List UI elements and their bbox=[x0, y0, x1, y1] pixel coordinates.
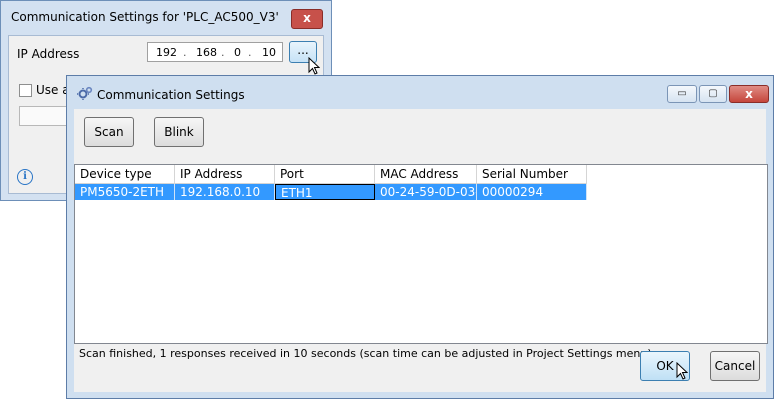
communication-settings-dialog: Communication Settings ▭ ▢ x Scan Blink … bbox=[66, 75, 774, 399]
mouse-cursor-icon bbox=[676, 362, 688, 380]
background-window-close-button[interactable]: x bbox=[291, 9, 323, 29]
ip-address-label: IP Address bbox=[17, 47, 80, 61]
dialog-titlebar[interactable]: Communication Settings ▭ ▢ x bbox=[67, 76, 773, 110]
settings-gear-icon bbox=[77, 86, 93, 100]
background-window-title: Communication Settings for 'PLC_AC500_V3… bbox=[11, 10, 279, 24]
cell-device-type[interactable]: PM5650-2ETH bbox=[75, 184, 175, 200]
ip-separator: . bbox=[248, 46, 252, 59]
maximize-button[interactable]: ▢ bbox=[699, 85, 727, 103]
blink-button[interactable]: Blink bbox=[154, 117, 204, 147]
ip-separator: . bbox=[183, 46, 187, 59]
device-table[interactable]: Device type IP Address Port MAC Address … bbox=[74, 164, 768, 344]
info-icon: i bbox=[17, 169, 33, 185]
column-header-serial-number[interactable]: Serial Number bbox=[477, 165, 587, 184]
ip-octet-1[interactable]: 192 bbox=[156, 46, 177, 59]
column-header-mac-address[interactable]: MAC Address bbox=[375, 165, 477, 184]
cell-mac-address[interactable]: 00-24-59-0D-03-B0 bbox=[375, 184, 477, 200]
background-window-titlebar[interactable]: Communication Settings for 'PLC_AC500_V3… bbox=[1, 1, 331, 35]
ip-octet-3[interactable]: 0 bbox=[234, 46, 241, 59]
ip-octet-4[interactable]: 10 bbox=[262, 46, 276, 59]
column-header-device-type[interactable]: Device type bbox=[75, 165, 175, 184]
dialog-title: Communication Settings bbox=[97, 88, 245, 102]
cell-port[interactable]: ETH1 bbox=[275, 184, 375, 200]
scan-button[interactable]: Scan bbox=[84, 117, 134, 147]
use-checkbox[interactable] bbox=[19, 84, 32, 97]
mouse-cursor-icon bbox=[308, 57, 320, 75]
column-header-ip-address[interactable]: IP Address bbox=[175, 165, 275, 184]
ip-address-field[interactable]: 192 . 168 . 0 . 10 bbox=[147, 42, 283, 62]
ip-separator: . bbox=[221, 46, 225, 59]
dialog-content: Scan Blink Device type IP Address Port M… bbox=[74, 109, 768, 392]
column-header-port[interactable]: Port bbox=[275, 165, 375, 184]
dialog-close-button[interactable]: x bbox=[729, 85, 769, 103]
cancel-button[interactable]: Cancel bbox=[710, 351, 760, 381]
ip-octet-2[interactable]: 168 bbox=[196, 46, 217, 59]
scan-status-text: Scan finished, 1 responses received in 1… bbox=[79, 347, 652, 360]
cell-serial-number[interactable]: 00000294 bbox=[477, 184, 587, 200]
cell-ip-address[interactable]: 192.168.0.10 bbox=[175, 184, 275, 200]
minimize-button[interactable]: ▭ bbox=[667, 85, 697, 103]
